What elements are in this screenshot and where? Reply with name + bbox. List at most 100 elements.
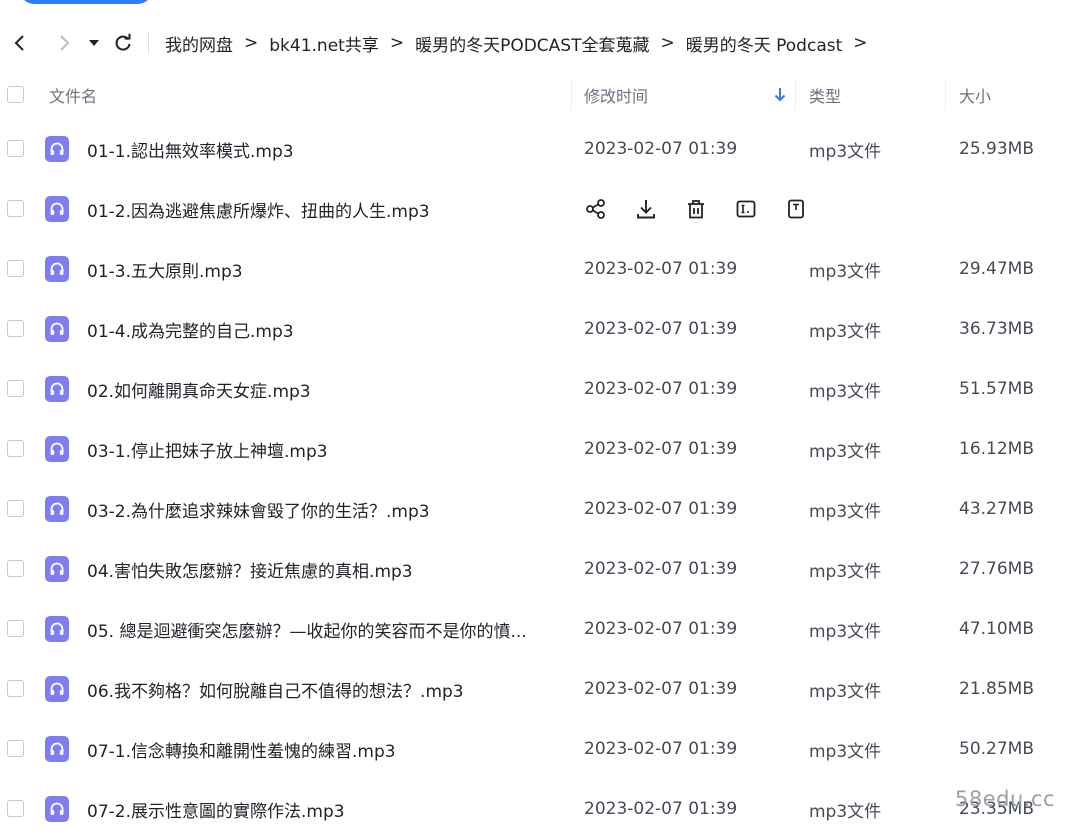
column-header-name[interactable]: 文件名	[49, 74, 97, 116]
file-name-text[interactable]: 04.害怕失敗怎麼辦？接近焦慮的真相.mp3	[87, 557, 413, 582]
more-button[interactable]	[783, 196, 809, 222]
breadcrumb: 我的网盘 > bk41.net共享 > 暖男的冬天PODCAST全套蒐藏 > 暖男的冬天 P…	[165, 31, 879, 56]
file-name-text[interactable]: 01-3.五大原則.mp3	[87, 257, 243, 282]
file-name[interactable]: 07-1.信念轉換和離開性羞愧的練習.mp3	[87, 719, 557, 779]
file-name-text[interactable]: 01-1.認出無效率模式.mp3	[87, 137, 294, 162]
breadcrumb-item[interactable]: 我的网盘	[165, 31, 233, 56]
file-row[interactable]: 01-3.五大原則.mp3 2023-02-07 01:39 mp3文件 29.47M…	[0, 239, 1075, 299]
file-row[interactable]: 06.我不夠格？如何脫離自己不值得的想法？.mp3 2023-02-07 01:3…	[0, 659, 1075, 719]
file-row[interactable]: 02.如何離開真命天女症.mp3 2023-02-07 01:39 mp3文件 51.…	[0, 359, 1075, 419]
file-size: 21.85MB	[959, 679, 1034, 699]
file-modified-time: 2023-02-07 01:39	[584, 499, 738, 519]
row-checkbox[interactable]	[7, 200, 24, 217]
file-name[interactable]: 03-1.停止把妹子放上神壇.mp3	[87, 419, 557, 479]
file-size: 47.10MB	[959, 619, 1034, 639]
file-name[interactable]: 06.我不夠格？如何脫離自己不值得的想法？.mp3	[87, 659, 557, 719]
history-dropdown-button[interactable]	[86, 27, 102, 59]
file-row[interactable]: 07-1.信念轉換和離開性羞愧的練習.mp3 2023-02-07 01:39 mp…	[0, 719, 1075, 779]
file-name-text[interactable]: 03-2.為什麼追求辣妹會毀了你的生活？.mp3	[87, 497, 430, 522]
column-header-size[interactable]: 大小	[959, 74, 991, 116]
delete-button[interactable]	[683, 196, 709, 222]
file-name[interactable]: 03-2.為什麼追求辣妹會毀了你的生活？.mp3	[87, 479, 557, 539]
row-actions	[583, 179, 833, 239]
row-checkbox[interactable]	[7, 620, 24, 637]
audio-file-icon	[45, 316, 69, 342]
file-row[interactable]: 03-1.停止把妹子放上神壇.mp3 2023-02-07 01:39 mp3文件 1…	[0, 419, 1075, 479]
column-divider[interactable]	[945, 80, 946, 110]
share-button[interactable]	[583, 196, 609, 222]
file-name[interactable]: 01-2.因為逃避焦慮所爆炸、扭曲的人生.mp3	[87, 179, 557, 239]
file-row[interactable]: 04.害怕失敗怎麼辦？接近焦慮的真相.mp3 2023-02-07 01:39 mp…	[0, 539, 1075, 599]
select-all-checkbox[interactable]	[7, 86, 24, 103]
file-type: mp3文件	[809, 561, 882, 582]
breadcrumb-separator: >	[389, 33, 405, 53]
file-row[interactable]: 05. 總是迴避衝突怎麼辦？—收起你的笑容而不是你的憤... 2023-02-07…	[0, 599, 1075, 659]
audio-file-icon	[45, 136, 69, 162]
refresh-button[interactable]	[110, 27, 136, 59]
rename-button[interactable]	[733, 196, 759, 222]
audio-file-icon	[45, 616, 69, 642]
file-row[interactable]: 07-2.展示性意圖的實際作法.mp3 2023-02-07 01:39 mp3文件…	[0, 779, 1075, 839]
file-type: mp3文件	[809, 801, 882, 822]
column-divider[interactable]	[571, 80, 572, 110]
file-name-text[interactable]: 07-1.信念轉換和離開性羞愧的練習.mp3	[87, 737, 396, 762]
file-name-text[interactable]: 01-2.因為逃避焦慮所爆炸、扭曲的人生.mp3	[87, 197, 430, 222]
row-checkbox[interactable]	[7, 380, 24, 397]
column-header-type[interactable]: 类型	[809, 74, 841, 116]
sort-descending-icon[interactable]	[774, 74, 786, 116]
breadcrumb-separator: >	[244, 33, 259, 53]
file-type: mp3文件	[809, 261, 882, 282]
breadcrumb-item[interactable]: bk41.net共享	[269, 31, 379, 56]
file-name[interactable]: 01-3.五大原則.mp3	[87, 239, 557, 299]
breadcrumb-item[interactable]: 暖男的冬天 Podcast	[686, 31, 843, 56]
row-checkbox[interactable]	[7, 440, 24, 457]
row-checkbox[interactable]	[7, 140, 24, 157]
row-checkbox[interactable]	[7, 500, 24, 517]
row-checkbox[interactable]	[7, 260, 24, 277]
column-header-modified[interactable]: 修改时间	[584, 74, 648, 116]
share-icon	[585, 198, 607, 220]
row-checkbox[interactable]	[7, 560, 24, 577]
file-name[interactable]: 01-1.認出無效率模式.mp3	[87, 119, 557, 179]
file-type: mp3文件	[809, 141, 882, 162]
file-name[interactable]: 02.如何離開真命天女症.mp3	[87, 359, 557, 419]
file-name[interactable]: 04.害怕失敗怎麼辦？接近焦慮的真相.mp3	[87, 539, 557, 599]
back-button[interactable]	[6, 27, 32, 59]
file-row[interactable]: 01-4.成為完整的自己.mp3 2023-02-07 01:39 mp3文件 36.…	[0, 299, 1075, 359]
row-checkbox[interactable]	[7, 680, 24, 697]
row-checkbox[interactable]	[7, 320, 24, 337]
file-name[interactable]: 05. 總是迴避衝突怎麼辦？—收起你的笑容而不是你的憤...	[87, 599, 557, 659]
file-name-text[interactable]: 07-2.展示性意圖的實際作法.mp3	[87, 797, 345, 822]
file-size: 25.93MB	[959, 139, 1034, 159]
file-type: mp3文件	[809, 441, 882, 462]
breadcrumb-item[interactable]: 暖男的冬天PODCAST全套蒐藏	[415, 31, 649, 56]
row-checkbox[interactable]	[7, 740, 24, 757]
file-row[interactable]: 03-2.為什麼追求辣妹會毀了你的生活？.mp3 2023-02-07 01:39…	[0, 479, 1075, 539]
file-row[interactable]: 01-1.認出無效率模式.mp3 2023-02-07 01:39 mp3文件 25.…	[0, 119, 1075, 179]
column-divider[interactable]	[795, 80, 796, 110]
upload-button-edge[interactable]	[20, 0, 152, 4]
audio-file-icon	[45, 796, 69, 822]
file-name[interactable]: 07-2.展示性意圖的實際作法.mp3	[87, 779, 557, 839]
download-button[interactable]	[633, 196, 659, 222]
file-name-text[interactable]: 06.我不夠格？如何脫離自己不值得的想法？.mp3	[87, 677, 464, 702]
audio-file-icon	[45, 676, 69, 702]
file-name-text[interactable]: 03-1.停止把妹子放上神壇.mp3	[87, 437, 328, 462]
file-name-text[interactable]: 01-4.成為完整的自己.mp3	[87, 317, 294, 342]
file-row[interactable]: 01-2.因為逃避焦慮所爆炸、扭曲的人生.mp3	[0, 179, 1075, 239]
file-modified-time: 2023-02-07 01:39	[584, 259, 738, 279]
audio-file-icon	[45, 736, 69, 762]
file-name-text[interactable]: 05. 總是迴避衝突怎麼辦？—收起你的笑容而不是你的憤...	[87, 617, 527, 642]
file-modified-time: 2023-02-07 01:39	[584, 799, 738, 819]
row-checkbox[interactable]	[7, 800, 24, 817]
audio-file-icon	[45, 556, 69, 582]
file-name-text[interactable]: 02.如何離開真命天女症.mp3	[87, 377, 311, 402]
rename-icon	[735, 198, 757, 220]
toolbar-divider	[148, 32, 149, 54]
file-size: 29.47MB	[959, 259, 1034, 279]
breadcrumb-separator: >	[853, 33, 868, 53]
file-list-header: 文件名 修改时间 类型 大小	[0, 74, 1075, 116]
forward-button[interactable]	[52, 27, 78, 59]
file-name[interactable]: 01-4.成為完整的自己.mp3	[87, 299, 557, 359]
file-type: mp3文件	[809, 681, 882, 702]
